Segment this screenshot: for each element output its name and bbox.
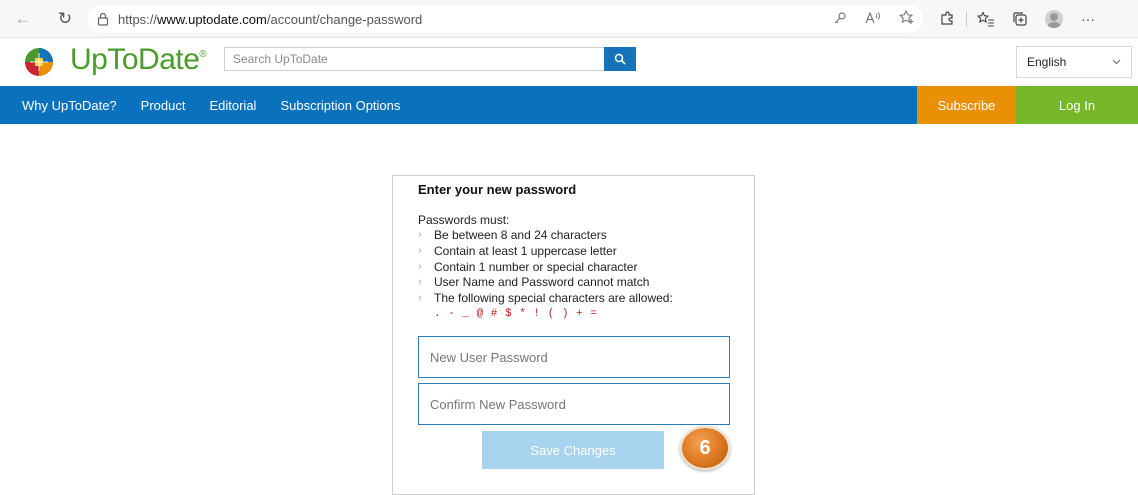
search-icon [614,53,626,65]
list-item: › The following special characters are al… [418,291,673,307]
step-number-badge: 6 [680,426,730,470]
list-item: › User Name and Password cannot match [418,275,673,291]
brand-name[interactable]: UpToDate® [70,43,207,77]
chevron-right-icon: › [418,244,422,257]
registered-mark: ® [199,49,207,60]
password-rules-heading: Passwords must: [418,213,510,227]
browser-toolbar: ← ↻ https://www.uptodate.com/account/cha… [0,0,1138,38]
search-bar [224,47,638,71]
url-text: https://www.uptodate.com/account/change-… [118,12,422,27]
nav-item-product[interactable]: Product [129,98,198,113]
chevron-right-icon: › [418,260,422,273]
rule-text: User Name and Password cannot match [434,275,650,290]
main-navigation: Why UpToDate? Product Editorial Subscrip… [0,86,1138,124]
form-title: Enter your new password [418,182,577,197]
avatar [1045,10,1063,28]
login-button[interactable]: Log In [1016,86,1138,124]
url-prefix: https:// [118,11,158,27]
key-icon[interactable] [833,11,847,28]
nav-item-subscription-options[interactable]: Subscription Options [268,98,412,113]
site-header: UpToDate® English [0,38,1138,86]
chevron-right-icon: › [418,229,422,241]
favorites-icon[interactable] [969,8,1003,30]
rule-text: Contain at least 1 uppercase letter [434,243,617,258]
new-password-input[interactable] [418,336,730,378]
subscribe-button[interactable]: Subscribe [917,86,1016,124]
more-options-icon[interactable]: ··· [1071,8,1105,30]
chevron-right-icon: › [418,276,422,289]
refresh-icon[interactable]: ↻ [54,8,76,30]
brand-wordmark: UpToDate [70,43,200,76]
favorite-star-icon[interactable] [898,9,915,28]
uptodate-logo-icon[interactable] [24,47,54,77]
rule-text: Contain 1 number or special character [434,259,638,274]
url-domain: www.uptodate.com [157,11,267,27]
language-select[interactable]: English [1016,46,1132,78]
address-bar[interactable]: https://www.uptodate.com/account/change-… [88,5,923,33]
confirm-password-input[interactable] [418,383,730,425]
chevron-right-icon: › [418,292,422,305]
search-button[interactable] [604,47,636,71]
url-path: /account/change-password [266,11,423,27]
list-item: › Contain at least 1 uppercase letter [418,244,673,260]
extensions-icon[interactable] [930,8,964,30]
collections-icon[interactable] [1003,8,1037,30]
search-input[interactable] [224,47,604,71]
password-rules-list: › Be between 8 and 24 characters › Contain… [418,228,673,307]
rule-text: Be between 8 and 24 characters [434,228,607,242]
browser-actions: ··· [930,8,1105,30]
nav-item-why-uptodate[interactable]: Why UpToDate? [10,98,129,113]
rule-text: The following special characters are all… [434,291,673,306]
read-aloud-icon[interactable] [865,10,881,28]
language-value: English [1027,55,1067,69]
nav-items: Why UpToDate? Product Editorial Subscrip… [10,86,412,124]
chevron-down-icon [1112,57,1121,68]
list-item: › Be between 8 and 24 characters [418,228,673,244]
back-arrow-icon[interactable]: ← [12,8,34,30]
toolbar-divider [966,11,967,27]
save-changes-button[interactable]: Save Changes [482,431,664,469]
lock-icon[interactable] [88,12,118,26]
profile-avatar-icon[interactable] [1037,8,1071,30]
list-item: › Contain 1 number or special character [418,260,673,276]
address-bar-icons [833,5,915,33]
allowed-special-characters: . - _ @ # $ * ! ( ) + = [434,308,598,320]
nav-item-editorial[interactable]: Editorial [197,98,268,113]
